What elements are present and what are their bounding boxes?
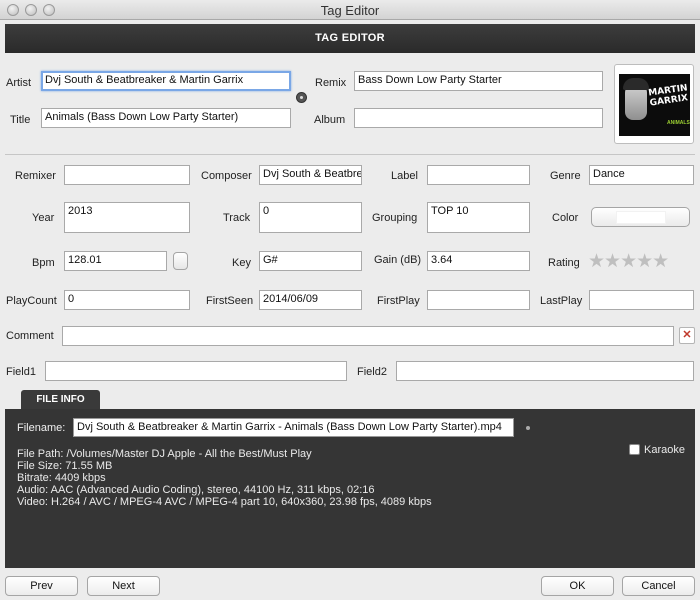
artwork-subtitle: ANIMALS [667, 120, 690, 126]
firstplay-field[interactable] [427, 290, 530, 310]
comment-label: Comment [6, 330, 54, 342]
clear-comment-icon[interactable]: ✕ [679, 327, 695, 344]
lastplay-label: LastPlay [540, 295, 583, 307]
playcount-label: PlayCount [6, 295, 57, 307]
year-label: Year [32, 212, 55, 224]
file-info-panel: Filename: Dvj South & Beatbreaker & Mart… [5, 409, 695, 568]
bpm-label: Bpm [32, 257, 55, 269]
artwork-logo: MARTIN GARRIX [647, 83, 689, 109]
year-field[interactable]: 2013 [64, 202, 190, 233]
ok-button[interactable]: OK [541, 576, 614, 596]
artist-label: Artist [6, 77, 32, 89]
remix-label: Remix [315, 77, 347, 89]
filename-label: Filename: [17, 422, 66, 434]
field2-label: Field2 [357, 366, 387, 378]
artist-field[interactable]: Dvj South & Beatbreaker & Martin Garrix [41, 71, 291, 91]
artist-hair-shape [623, 78, 649, 90]
field2-input[interactable] [396, 361, 694, 381]
audio-info-text: Audio: AAC (Advanced Audio Coding), ster… [17, 484, 375, 496]
filename-options-icon[interactable] [526, 426, 530, 430]
gain-field[interactable]: 3.64 [427, 251, 530, 271]
album-artwork[interactable]: MARTIN GARRIX ANIMALS [614, 64, 694, 144]
grouping-field[interactable]: TOP 10 [427, 202, 530, 233]
key-field[interactable]: G# [259, 251, 362, 271]
album-field[interactable] [354, 108, 603, 128]
checkbox-icon [629, 444, 640, 455]
composer-label: Composer [201, 170, 252, 182]
file-size-text: File Size: 71.55 MB [17, 460, 113, 472]
bitrate-text: Bitrate: 4409 kbps [17, 472, 106, 484]
cancel-button[interactable]: Cancel [622, 576, 695, 596]
remixer-field[interactable] [64, 165, 190, 185]
prev-button[interactable]: Prev [5, 576, 78, 596]
title-field[interactable]: Animals (Bass Down Low Party Starter) [41, 108, 291, 128]
karaoke-checkbox[interactable]: Karaoke [629, 444, 685, 456]
firstseen-label: FirstSeen [206, 295, 254, 307]
next-button[interactable]: Next [87, 576, 160, 596]
lastplay-field[interactable] [589, 290, 694, 310]
grouping-label: Grouping [372, 212, 418, 224]
tag-editor-header: TAG EDITOR [5, 24, 695, 53]
color-picker-button[interactable] [591, 207, 690, 227]
label-label: Label [391, 170, 418, 182]
album-label: Album [314, 114, 346, 126]
window-titlebar: Tag Editor [0, 0, 700, 20]
rating-label: Rating [548, 257, 580, 269]
window-title: Tag Editor [320, 3, 380, 18]
remixer-label: Remixer [15, 170, 56, 182]
video-info-text: Video: H.264 / AVC / MPEG-4 AVC / MPEG-4… [17, 496, 432, 508]
section-divider [5, 154, 695, 155]
tab-file-info[interactable]: FILE INFO [21, 390, 100, 409]
karaoke-label: Karaoke [644, 444, 685, 456]
artwork-image: MARTIN GARRIX ANIMALS [619, 74, 690, 136]
field1-label: Field1 [6, 366, 36, 378]
key-label: Key [232, 257, 251, 269]
title-label: Title [10, 114, 31, 126]
color-label: Color [552, 212, 579, 224]
label-field[interactable] [427, 165, 530, 185]
filename-field[interactable]: Dvj South & Beatbreaker & Martin Garrix … [73, 418, 514, 437]
color-swatch [616, 211, 666, 224]
bpm-field[interactable]: 128.01 [64, 251, 167, 271]
firstseen-field[interactable]: 2014/06/09 [259, 290, 362, 310]
genre-label: Genre [550, 170, 581, 182]
firstplay-label: FirstPlay [377, 295, 420, 307]
field1-input[interactable] [45, 361, 347, 381]
gain-label: Gain (dB) [374, 254, 422, 266]
comment-field[interactable] [62, 326, 674, 346]
remix-field[interactable]: Bass Down Low Party Starter [354, 71, 603, 91]
rating-stars[interactable]: ★★★★★ [588, 252, 669, 272]
file-path-text: File Path: /Volumes/Master DJ Apple - Al… [17, 448, 312, 460]
track-field[interactable]: 0 [259, 202, 362, 233]
composer-field[interactable]: Dvj South & Beatbrea [259, 165, 362, 185]
playcount-field[interactable]: 0 [64, 290, 190, 310]
swap-artist-title-icon[interactable] [296, 92, 307, 103]
bpm-tap-button[interactable] [173, 252, 188, 270]
track-label: Track [223, 212, 251, 224]
genre-field[interactable]: Dance [589, 165, 694, 185]
